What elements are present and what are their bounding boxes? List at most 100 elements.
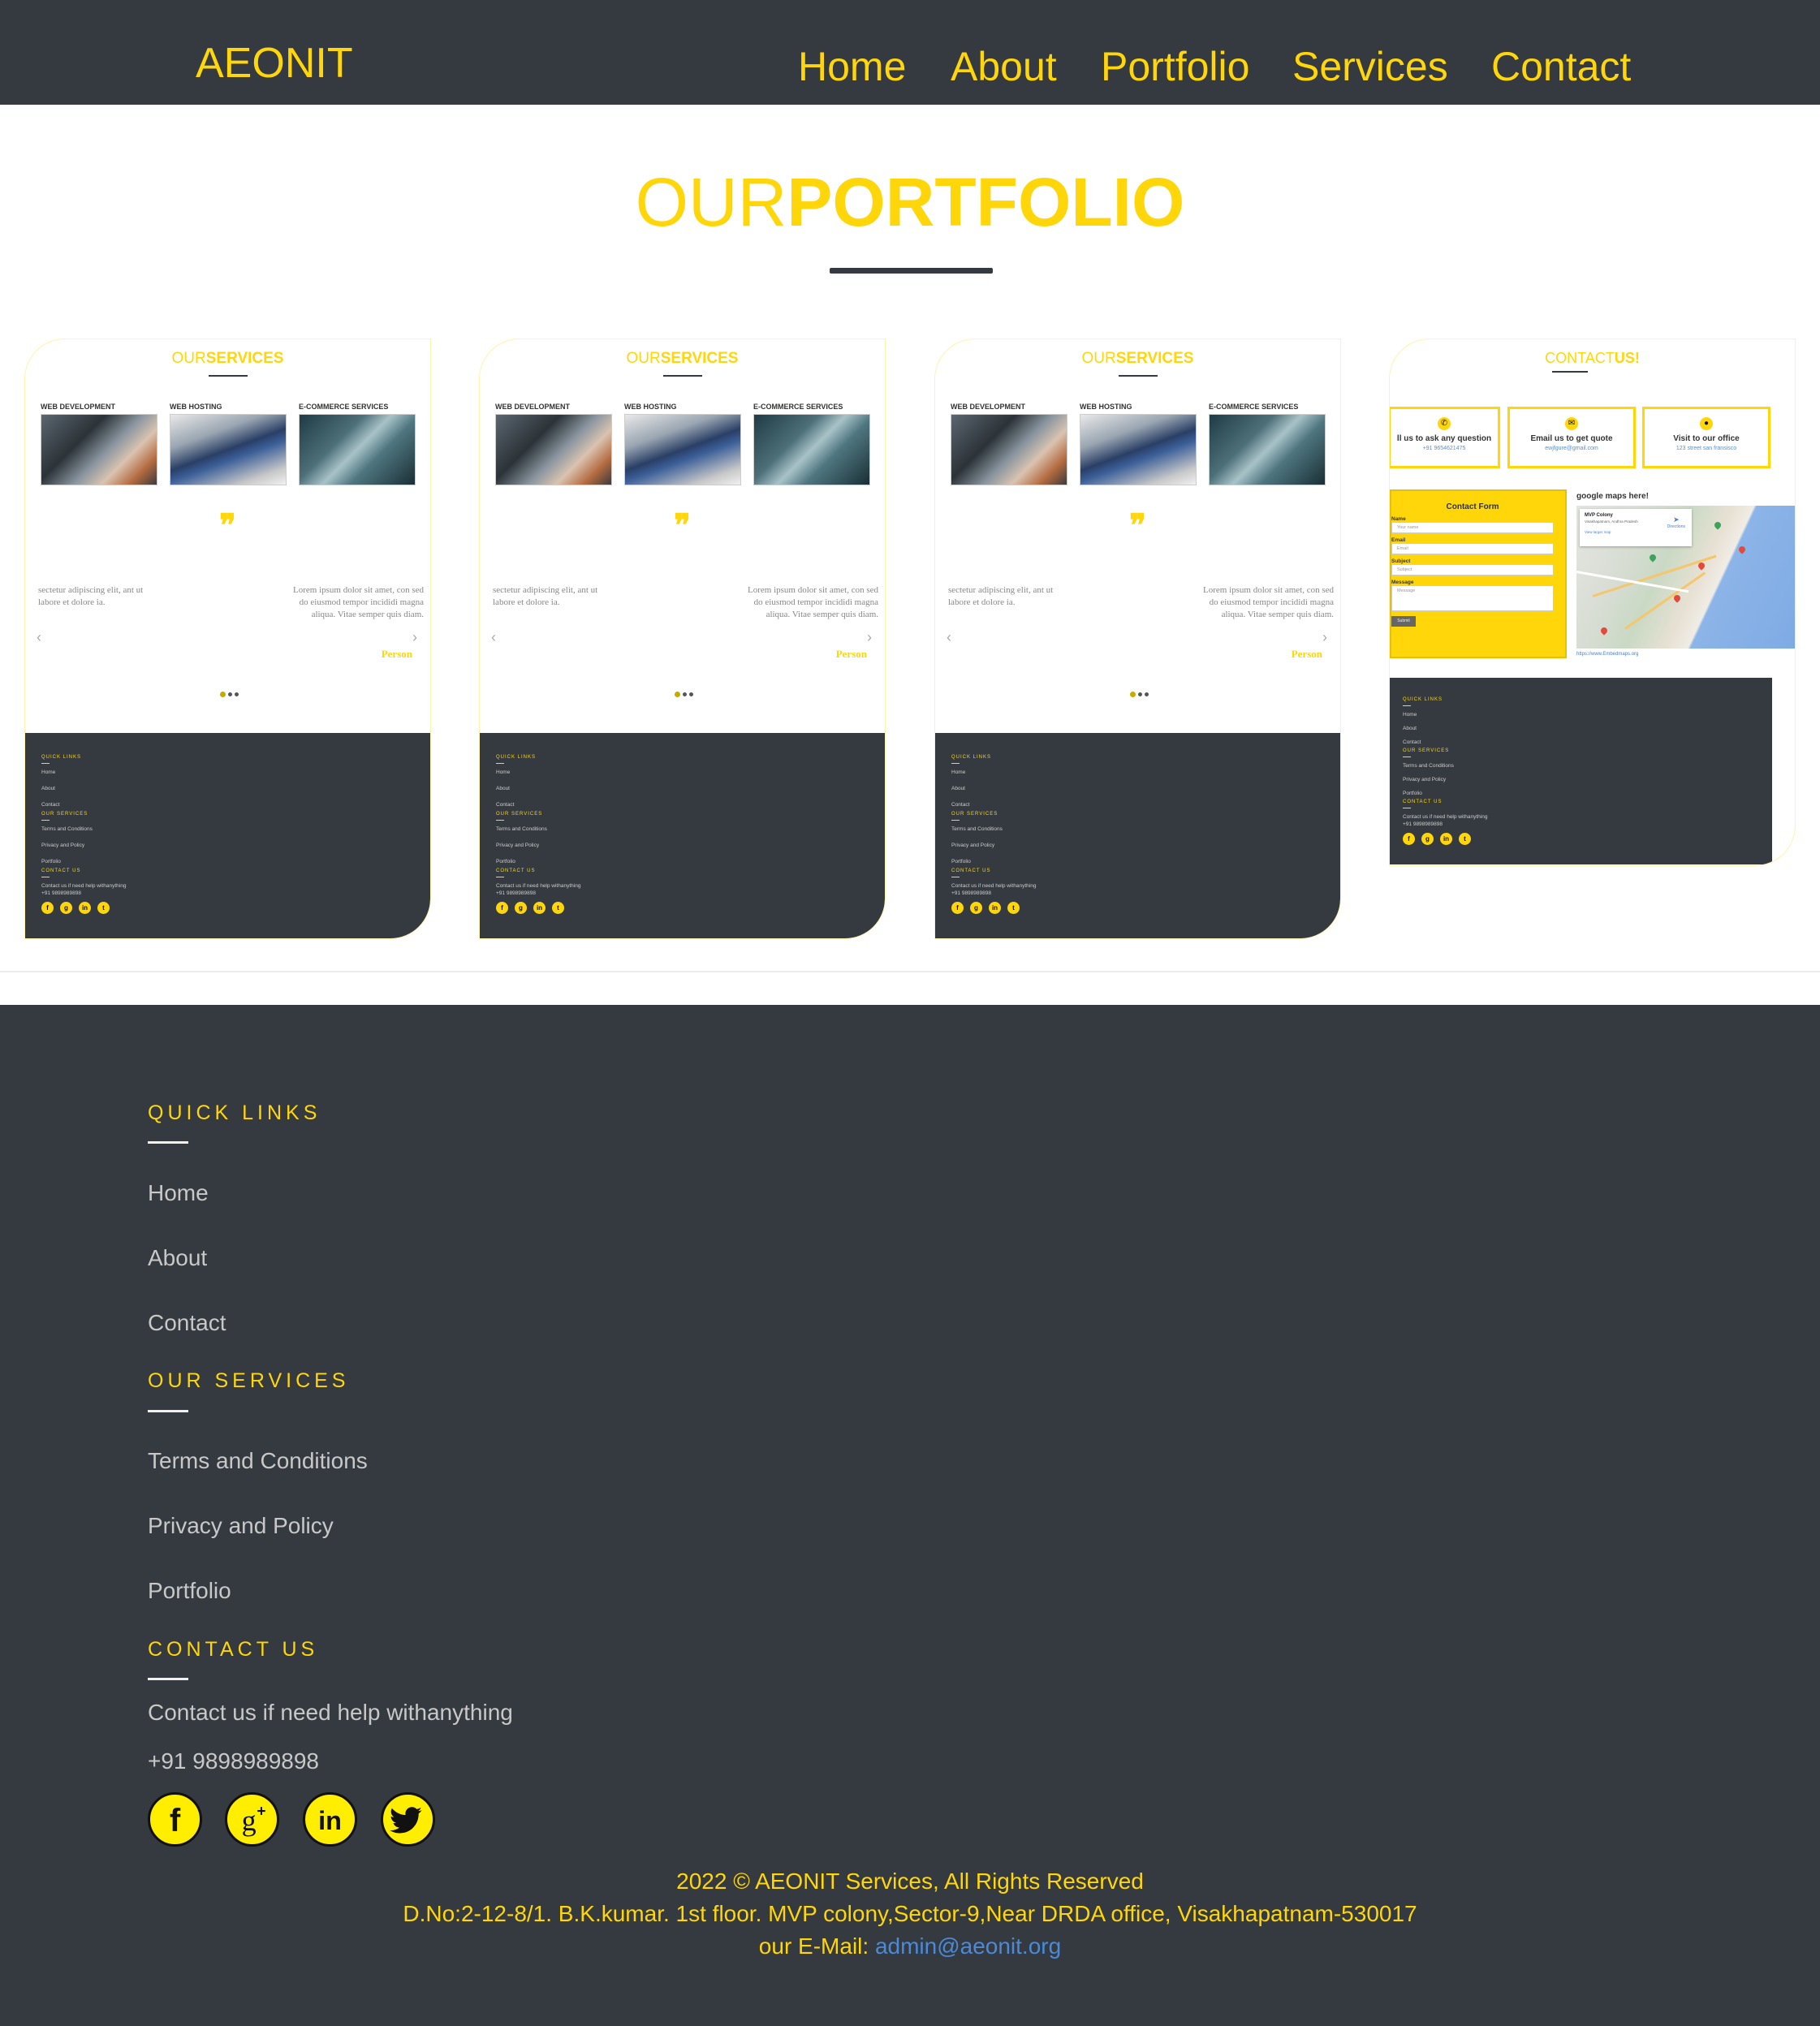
thumb-footer-link: Contact: [1403, 739, 1421, 745]
thumb-contact-heading: CONTACTUS!: [1390, 350, 1795, 367]
thumb-footer-link: Home: [496, 769, 511, 775]
linkedin-icon: in: [79, 902, 91, 914]
form-submit-preview: Submit: [1391, 616, 1416, 627]
thumb-footer: QUICK LINKS Home About Contact OUR SERVI…: [25, 733, 430, 938]
map-info-card: MVP Colony Visakhapatnam, Andhra Pradesh…: [1580, 509, 1692, 546]
nav-about-link[interactable]: About: [951, 46, 1057, 87]
map-pin: [1713, 520, 1723, 530]
thumb-footer-bar: [496, 763, 504, 764]
thumb-footer-heading: QUICK LINKS: [41, 755, 82, 760]
carousel-dot: [683, 692, 687, 696]
footer-copyright: 2022 © AEONIT Services, All Rights Reser…: [676, 1869, 1144, 1894]
google-plus-icon[interactable]: g +: [225, 1792, 279, 1847]
thumb-footer-contact-text: Contact us if need help withanything: [41, 883, 127, 889]
testimonial-text-right: Lorem ipsum dolor sit amet, con sed do e…: [293, 585, 424, 619]
thumb-contact-heading-bold: US!: [1614, 350, 1640, 366]
thumb-footer-link: Terms and Conditions: [951, 826, 1003, 832]
footer-link-portfolio[interactable]: Portfolio: [148, 1580, 231, 1602]
footer-link-contact[interactable]: Contact: [148, 1312, 226, 1334]
thumb-footer-link: About: [951, 786, 965, 791]
testimonial-text-left: sectetur adipiscing elit, ant ut labore …: [948, 585, 1054, 607]
thumb-footer-phone: +91 9898989898: [496, 890, 536, 896]
contact-form-preview: Contact Form Name Your name Email Email …: [1390, 489, 1567, 658]
thumb-service-web-development: WEB DEVELOPMENT: [495, 403, 612, 485]
map-directions: ➤ Directions: [1667, 515, 1685, 529]
thumb-service-web-hosting: WEB HOSTING: [170, 403, 287, 485]
form-input-preview: Your name: [1391, 522, 1554, 533]
thumb-footer-link: Terms and Conditions: [496, 826, 547, 832]
portfolio-item-services-1[interactable]: OURSERVICES WEB DEVELOPMENT WEB HOSTING …: [24, 338, 431, 939]
thumb-service-ecommerce: E-COMMERCE SERVICES: [299, 403, 416, 485]
thumb-footer-bar: [951, 763, 960, 764]
linkedin-icon: in: [1440, 833, 1452, 845]
thumb-footer-bar: [951, 820, 960, 821]
nav-services-link[interactable]: Services: [1292, 46, 1448, 87]
thumb-footer-contact-text: Contact us if need help withanything: [496, 883, 581, 889]
carousel-dots: [675, 692, 693, 697]
thumb-footer-link: Portfolio: [951, 859, 971, 864]
linkedin-icon[interactable]: in: [303, 1792, 357, 1847]
brand-logo[interactable]: AEONIT: [196, 42, 353, 84]
facebook-icon: f: [1403, 833, 1415, 845]
thumb-footer-link: Home: [951, 769, 966, 775]
footer-our-services-heading: OUR SERVICES: [148, 1369, 350, 1392]
thumb-service-web-development: WEB DEVELOPMENT: [41, 403, 157, 485]
footer-contact-text: Contact us if need help withanything: [148, 1700, 513, 1725]
footer-contact-us-heading: CONTACT US: [148, 1638, 319, 1661]
google-plus-icon: g: [970, 902, 982, 914]
twitter-icon[interactable]: [381, 1792, 435, 1847]
thumb-social-icons: f g in t: [41, 902, 430, 914]
map-larger-link: View larger map: [1585, 530, 1611, 534]
footer-link-about[interactable]: About: [148, 1247, 207, 1269]
thumb-contact-heading-light: CONTACT: [1545, 350, 1615, 366]
testimonial-text-right: Lorem ipsum dolor sit amet, con sed do e…: [1203, 585, 1334, 619]
portfolio-heading-underline: [830, 268, 993, 274]
form-label: Name: [1391, 516, 1406, 522]
thumb-social-icons: f g in t: [951, 902, 1340, 914]
thumb-footer-contact-text: Contact us if need help withanything: [1403, 814, 1488, 820]
map-pin: [1599, 626, 1609, 636]
chevron-right-icon: ›: [1322, 629, 1327, 645]
thumb-heading-underline: [1119, 375, 1158, 377]
carousel-dot: [228, 692, 232, 696]
testimonial-text-left: sectetur adipiscing elit, ant ut labore …: [38, 585, 144, 607]
linkedin-icon: in: [989, 902, 1001, 914]
map-preview: MVP Colony Visakhapatnam, Andhra Pradesh…: [1576, 506, 1795, 649]
form-label: Subject: [1391, 558, 1411, 564]
thumb-footer-heading: CONTACT US: [496, 869, 536, 873]
footer-heading-bar: [148, 1678, 188, 1680]
footer-link-terms[interactable]: Terms and Conditions: [148, 1450, 368, 1472]
facebook-icon[interactable]: f: [148, 1792, 202, 1847]
contact-box-title: Visit to our office: [1673, 434, 1740, 443]
thumb-footer-link: Privacy and Policy: [951, 843, 995, 848]
footer-address: D.No:2-12-8/1. B.K.kumar. 1st floor. MVP…: [403, 1901, 1417, 1926]
footer-link-privacy[interactable]: Privacy and Policy: [148, 1515, 334, 1537]
ecommerce-image: [753, 414, 870, 485]
portfolio-item-services-2[interactable]: OURSERVICES WEB DEVELOPMENT WEB HOSTING …: [479, 338, 886, 939]
thumb-footer-bar: [41, 763, 50, 764]
nav-home-link[interactable]: Home: [798, 46, 906, 87]
nav-portfolio-link[interactable]: Portfolio: [1101, 46, 1249, 87]
facebook-icon: f: [41, 902, 54, 914]
contact-box-title: ll us to ask any question: [1396, 434, 1492, 443]
quote-icon: ❞: [1129, 506, 1146, 543]
thumb-footer-link: Contact: [496, 802, 515, 808]
thumb-service-web-hosting: WEB HOSTING: [1080, 403, 1197, 485]
nav-contact-link[interactable]: Contact: [1491, 46, 1631, 87]
footer-email-link[interactable]: admin@aeonit.org: [875, 1933, 1061, 1959]
carousel-dot: [220, 692, 226, 697]
portfolio-item-services-3[interactable]: OURSERVICES WEB DEVELOPMENT WEB HOSTING …: [934, 338, 1341, 939]
thumb-footer-heading: QUICK LINKS: [951, 755, 992, 760]
web-development-image: [951, 414, 1067, 485]
contact-box-sub: 123 street san fransisco: [1676, 446, 1737, 451]
thumb-footer-heading: CONTACT US: [1403, 800, 1443, 804]
thumb-footer-link: About: [1403, 726, 1417, 731]
footer-link-home[interactable]: Home: [148, 1182, 209, 1205]
portfolio-item-contact[interactable]: CONTACTUS! ✆ ll us to ask any question +…: [1389, 338, 1796, 866]
testimonial-person: Person: [381, 648, 412, 660]
testimonial-text-left: sectetur adipiscing elit, ant ut labore …: [493, 585, 598, 607]
form-input-preview: Email: [1391, 543, 1554, 554]
twitter-icon: t: [1459, 833, 1471, 845]
quote-icon: ❞: [674, 506, 691, 543]
thumb-footer-link: Portfolio: [41, 859, 61, 864]
